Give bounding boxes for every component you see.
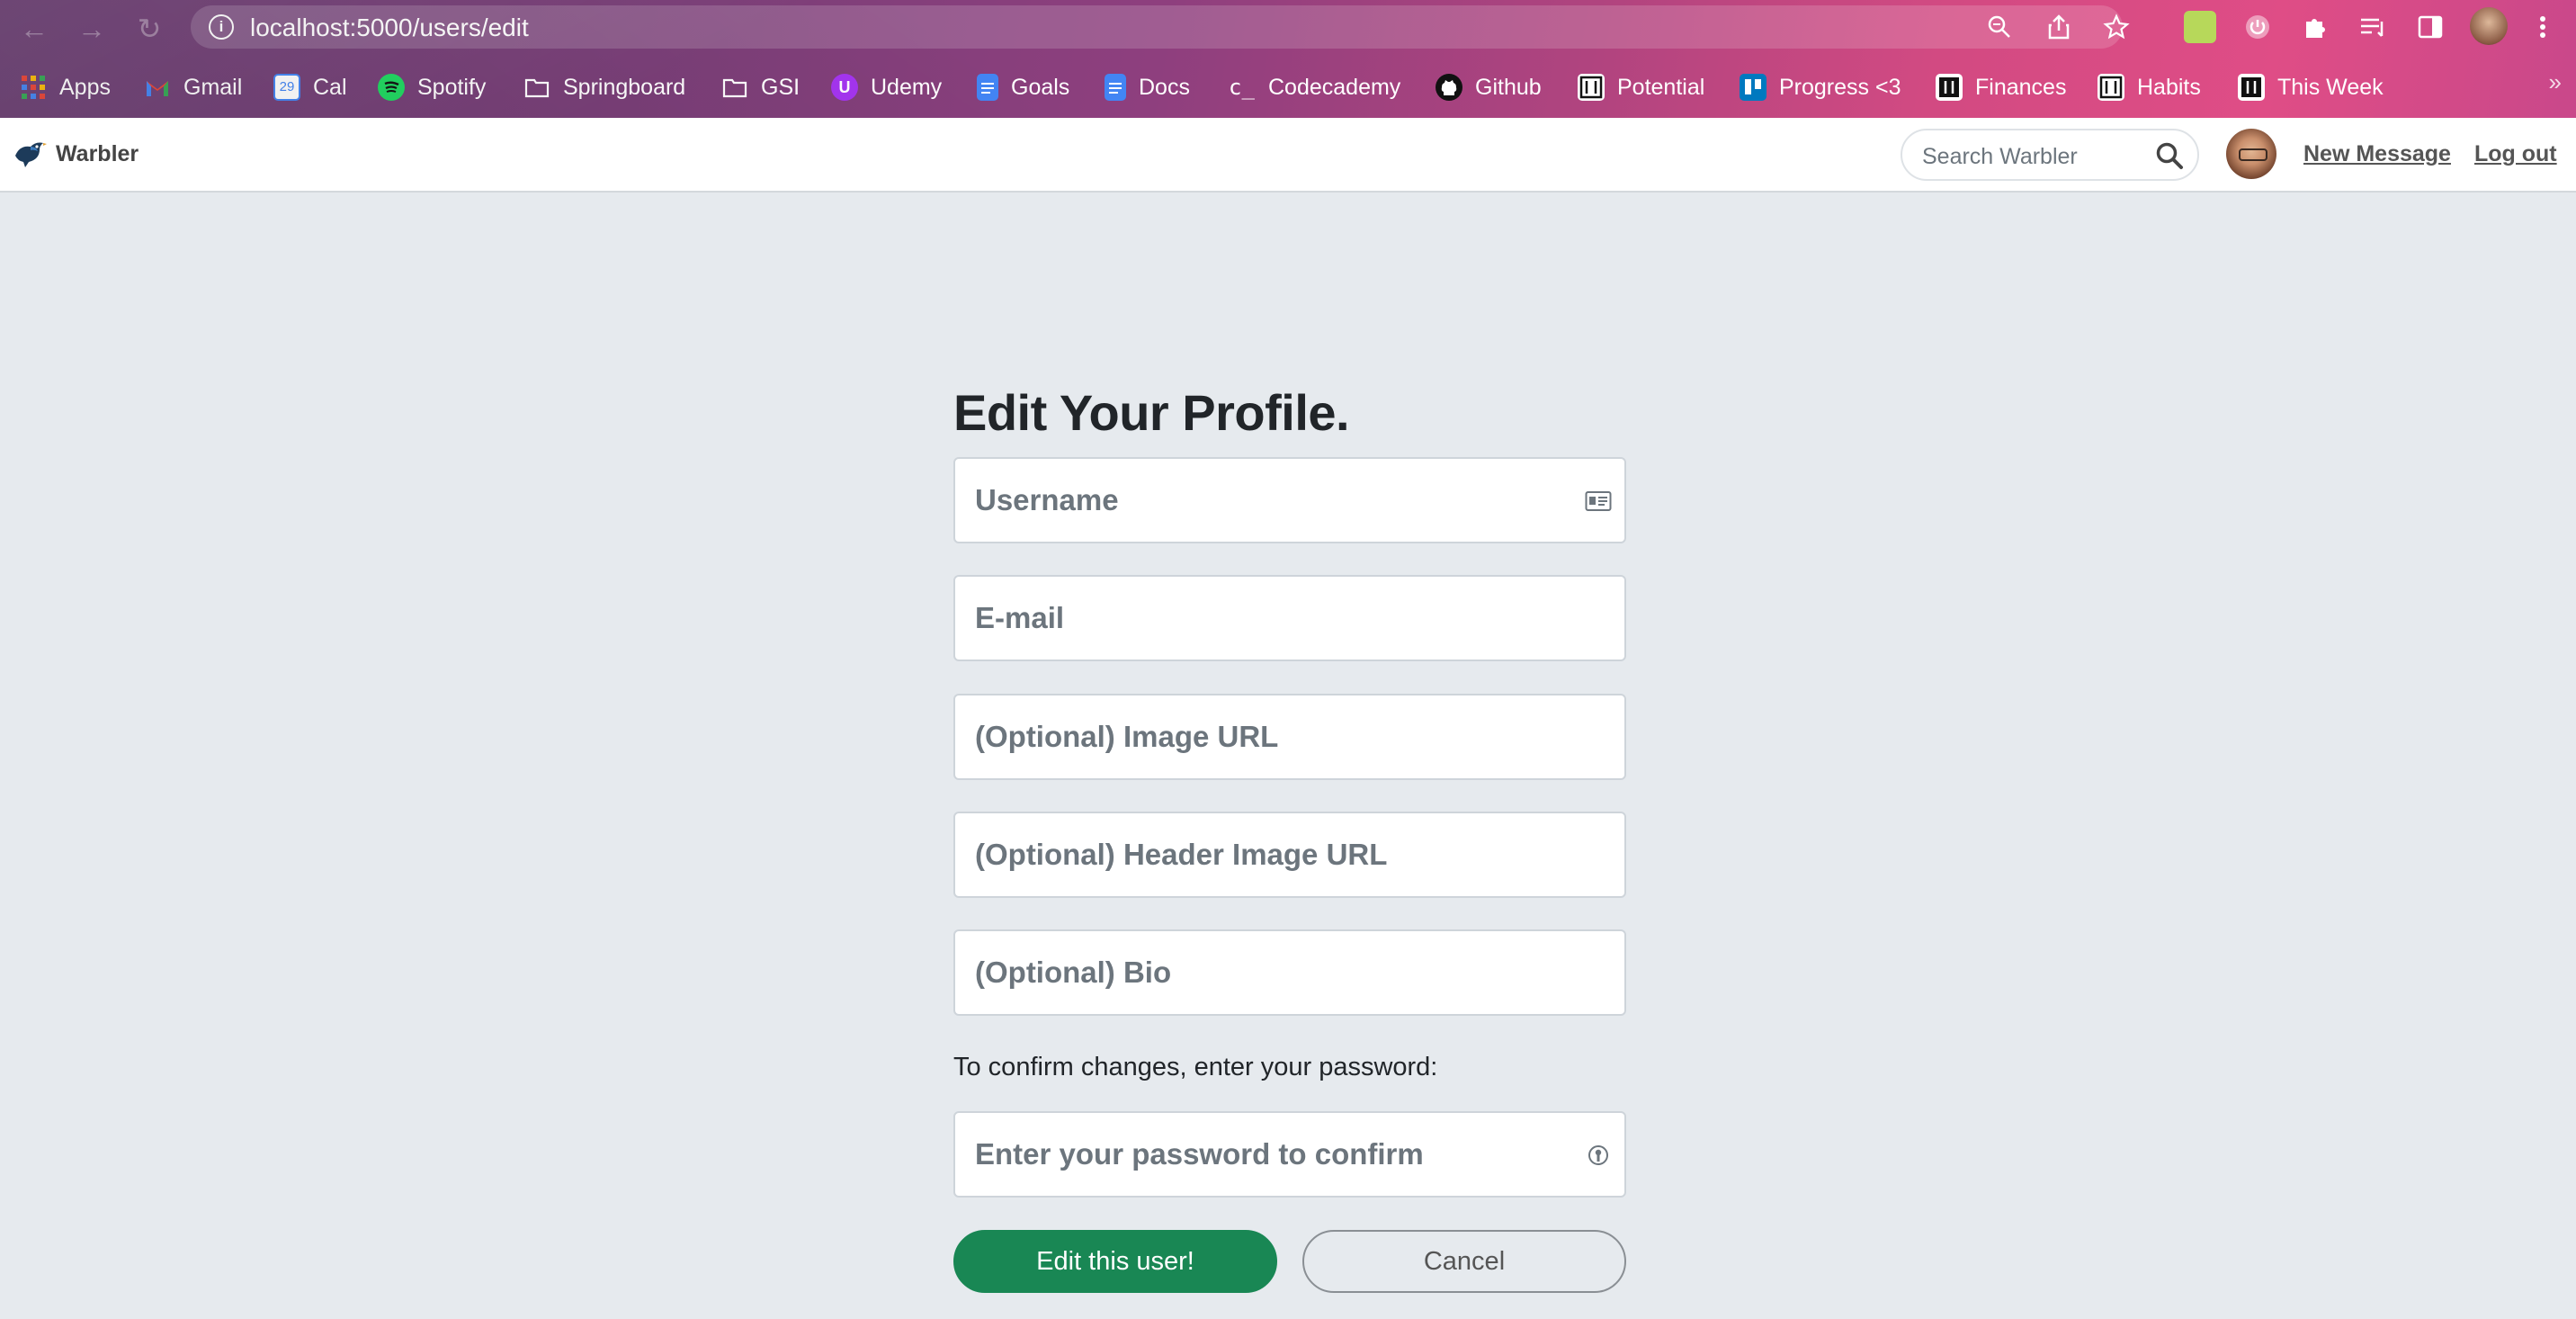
bookmark-label: Springboard	[563, 74, 686, 100]
header-image-url-field[interactable]	[953, 812, 1626, 898]
app-navbar: Warbler Search Warbler New Message Log o…	[0, 118, 2576, 193]
bookmark-cal[interactable]: 29 Cal	[273, 65, 347, 110]
bookmark-github[interactable]: Github	[1436, 65, 1542, 110]
edit-user-button[interactable]: Edit this user!	[953, 1230, 1277, 1293]
folder-icon	[523, 74, 550, 101]
bookmark-label: Goals	[1011, 74, 1070, 100]
search-icon[interactable]	[2154, 140, 2185, 171]
page-title: Edit Your Profile.	[953, 384, 1350, 441]
bookmark-label: Codecademy	[1268, 74, 1401, 100]
docs-icon	[1105, 74, 1126, 101]
udemy-icon: U	[831, 74, 858, 101]
email-field[interactable]	[953, 575, 1626, 661]
notion-icon	[1936, 74, 1963, 101]
bookmark-this-week[interactable]: This Week	[2238, 65, 2384, 110]
bookmark-habits[interactable]: Habits	[2097, 65, 2201, 110]
warbler-logo-icon	[15, 142, 47, 167]
header-image-url-input[interactable]	[955, 813, 1624, 896]
trello-icon	[1740, 74, 1767, 101]
password-key-icon	[1588, 1145, 1608, 1165]
folder-icon	[721, 74, 748, 101]
side-panel-icon[interactable]	[2414, 11, 2446, 43]
notion-icon	[2097, 74, 2124, 101]
bookmark-label: Udemy	[871, 74, 943, 100]
bookmark-docs[interactable]: Docs	[1105, 65, 1190, 110]
zoom-icon[interactable]	[1986, 13, 2013, 40]
logout-link[interactable]: Log out	[2474, 141, 2557, 167]
brand-name: Warbler	[56, 140, 139, 166]
bookmark-label: GSI	[761, 74, 801, 100]
search-field[interactable]: Search Warbler	[1901, 129, 2199, 181]
cancel-button[interactable]: Cancel	[1302, 1230, 1626, 1293]
address-bar[interactable]: i localhost:5000/users/edit	[191, 5, 2130, 49]
bookmark-label: Habits	[2137, 74, 2201, 100]
reload-icon[interactable]: ↻	[131, 11, 167, 47]
bookmark-label: Spotify	[417, 74, 487, 100]
site-info-icon[interactable]: i	[209, 14, 234, 40]
apps-grid-icon	[20, 74, 47, 101]
image-url-field[interactable]	[953, 694, 1626, 780]
bookmark-springboard[interactable]: Springboard	[523, 65, 685, 110]
extensions-puzzle-icon[interactable]	[2299, 11, 2331, 43]
bookmark-goals[interactable]: Goals	[977, 65, 1069, 110]
bookmark-label: Apps	[59, 74, 111, 100]
gmail-icon	[144, 74, 171, 101]
notion-icon	[1578, 74, 1605, 101]
image-url-input[interactable]	[955, 695, 1624, 778]
bookmark-label: Github	[1475, 74, 1542, 100]
profile-avatar-icon[interactable]	[2470, 7, 2508, 45]
bookmark-label: This Week	[2277, 74, 2384, 100]
bio-input[interactable]	[955, 931, 1624, 1014]
bio-field[interactable]	[953, 929, 1626, 1016]
forward-arrow-icon[interactable]: →	[74, 11, 110, 47]
password-input[interactable]	[955, 1113, 1624, 1196]
bookmark-label: Finances	[1975, 74, 2067, 100]
bookmark-label: Cal	[313, 74, 347, 100]
new-message-link[interactable]: New Message	[2303, 141, 2451, 167]
kebab-menu-icon[interactable]	[2531, 11, 2554, 43]
bookmarks-overflow-icon[interactable]: »	[2549, 68, 2562, 96]
bookmark-progress[interactable]: Progress <3	[1740, 65, 1901, 110]
password-field[interactable]	[953, 1111, 1626, 1198]
bookmark-label: Gmail	[183, 74, 243, 100]
codecademy-icon: c_	[1229, 75, 1255, 100]
email-input[interactable]	[955, 577, 1624, 660]
username-field[interactable]	[953, 457, 1626, 543]
bookmark-label: Progress <3	[1779, 74, 1901, 100]
search-placeholder: Search Warbler	[1922, 144, 2078, 169]
bookmark-gmail[interactable]: Gmail	[144, 65, 242, 110]
bookmark-spotify[interactable]: Spotify	[378, 65, 486, 110]
user-avatar[interactable]	[2226, 129, 2276, 179]
reading-list-icon[interactable]	[2357, 11, 2389, 43]
bookmark-label: Docs	[1139, 74, 1190, 100]
brand-link[interactable]: Warbler	[13, 138, 139, 170]
share-icon[interactable]	[2045, 13, 2072, 40]
extension-image-icon[interactable]	[2184, 11, 2216, 43]
bookmarks-bar: Apps Gmail 29 Cal Spotify Springboard GS…	[0, 65, 2576, 110]
extension-power-icon[interactable]	[2241, 11, 2274, 43]
username-input[interactable]	[955, 459, 1624, 542]
bookmark-apps[interactable]: Apps	[20, 65, 111, 110]
calendar-icon: 29	[273, 74, 300, 101]
docs-icon	[977, 74, 998, 101]
bookmark-gsi[interactable]: GSI	[721, 65, 800, 110]
bookmark-finances[interactable]: Finances	[1936, 65, 2066, 110]
bookmark-codecademy[interactable]: c_ Codecademy	[1229, 65, 1400, 110]
bookmark-potential[interactable]: Potential	[1578, 65, 1704, 110]
address-url[interactable]: localhost:5000/users/edit	[250, 13, 529, 42]
confirm-password-label: To confirm changes, enter your password:	[953, 1053, 1438, 1081]
bookmark-udemy[interactable]: U Udemy	[831, 65, 942, 110]
github-icon	[1436, 74, 1462, 101]
spotify-icon	[378, 74, 405, 101]
contact-card-icon	[1585, 491, 1612, 511]
bookmark-label: Potential	[1617, 74, 1705, 100]
notion-icon	[2238, 74, 2265, 101]
browser-chrome: ← → ↻ i localhost:5000/users/edit Apps G…	[0, 0, 2576, 118]
bookmark-star-icon[interactable]	[2103, 13, 2130, 40]
back-arrow-icon[interactable]: ←	[16, 11, 52, 47]
